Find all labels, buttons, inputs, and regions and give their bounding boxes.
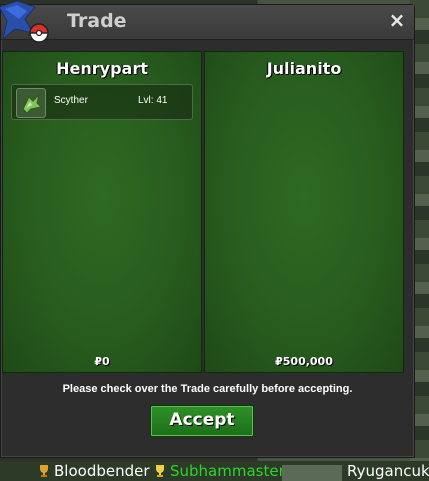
trade-notice: Please check over the Trade carefully be… [62,383,353,395]
nearby-players-bar: Bloodbender Subhammaster Ryugancuk [0,461,429,481]
pokeball-logo-icon [0,0,49,43]
panel-player-name: Julianito [266,59,342,78]
hud-block [282,465,342,481]
item-level: Lvl: 41 [138,95,168,106]
scyther-icon [16,88,46,118]
panel-player-name: Henrypart [56,59,148,78]
window-title: Trade [67,10,127,32]
accept-button[interactable]: Accept [150,405,254,437]
trade-panel-self: Henrypart Scyther Lvl: 41 ₽0 [2,51,202,373]
close-icon[interactable]: × [386,9,408,31]
trade-window: Trade × Henrypart Scyther Lvl: 41 ₽0 Jul… [0,0,415,458]
player-name-tag[interactable]: Subhammaster [170,461,285,481]
player-name-tag[interactable]: Bloodbender [54,461,150,481]
trophy-icon [40,465,48,477]
trophy-icon [156,465,164,477]
trade-item-slot[interactable]: Scyther Lvl: 41 [11,84,193,120]
item-name: Scyther [54,95,88,106]
trade-titlebar[interactable]: Trade × [1,5,414,40]
money-offer: ₽0 [94,355,110,368]
trade-panel-partner: Julianito ₽500,000 [204,51,404,373]
player-name-tag[interactable]: Ryugancuk [347,461,429,481]
money-offer: ₽500,000 [275,355,333,368]
